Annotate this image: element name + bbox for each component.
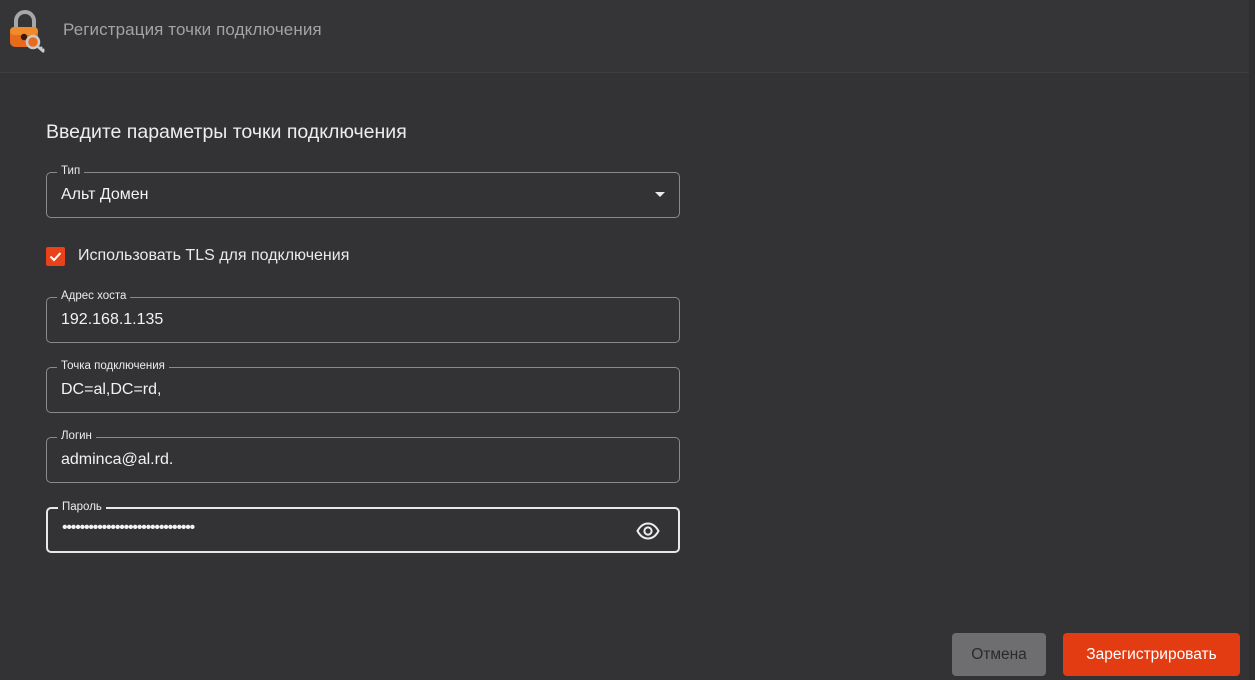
- eye-icon[interactable]: [636, 519, 660, 543]
- lock-key-logo-icon: [6, 8, 48, 54]
- endpoint-label: Точка подключения: [57, 359, 169, 373]
- register-button[interactable]: Зарегистрировать: [1063, 633, 1240, 676]
- form-heading: Введите параметры точки подключения: [46, 121, 407, 143]
- endpoint-field[interactable]: Точка подключения DC=al,DC=rd,: [46, 359, 680, 413]
- cancel-button[interactable]: Отмена: [952, 633, 1046, 676]
- login-input[interactable]: adminca@al.rd.: [61, 451, 173, 469]
- host-address-input[interactable]: 192.168.1.135: [61, 311, 163, 329]
- window-title: Регистрация точки подключения: [63, 20, 322, 39]
- password-field[interactable]: Пароль ••••••••••••••••••••••••••••••: [46, 500, 680, 553]
- tls-checkbox-label[interactable]: Использовать TLS для подключения: [78, 247, 349, 265]
- password-input[interactable]: ••••••••••••••••••••••••••••••: [62, 519, 195, 537]
- checkmark-icon: [49, 252, 62, 262]
- tls-checkbox[interactable]: [46, 247, 65, 266]
- login-field[interactable]: Логин adminca@al.rd.: [46, 429, 680, 483]
- registration-window: Регистрация точки подключения Введите па…: [0, 0, 1255, 680]
- password-label: Пароль: [58, 500, 106, 514]
- login-label: Логин: [57, 429, 96, 443]
- type-select[interactable]: Тип Альт Домен: [46, 164, 680, 218]
- host-address-field[interactable]: Адрес хоста 192.168.1.135: [46, 289, 680, 343]
- title-bar: Регистрация точки подключения: [0, 0, 1255, 73]
- window-edge: [1249, 0, 1255, 680]
- dropdown-arrow-icon[interactable]: [655, 192, 665, 197]
- host-address-label: Адрес хоста: [57, 289, 131, 303]
- endpoint-input[interactable]: DC=al,DC=rd,: [61, 381, 161, 399]
- type-label: Тип: [57, 164, 85, 178]
- type-value: Альт Домен: [61, 186, 149, 203]
